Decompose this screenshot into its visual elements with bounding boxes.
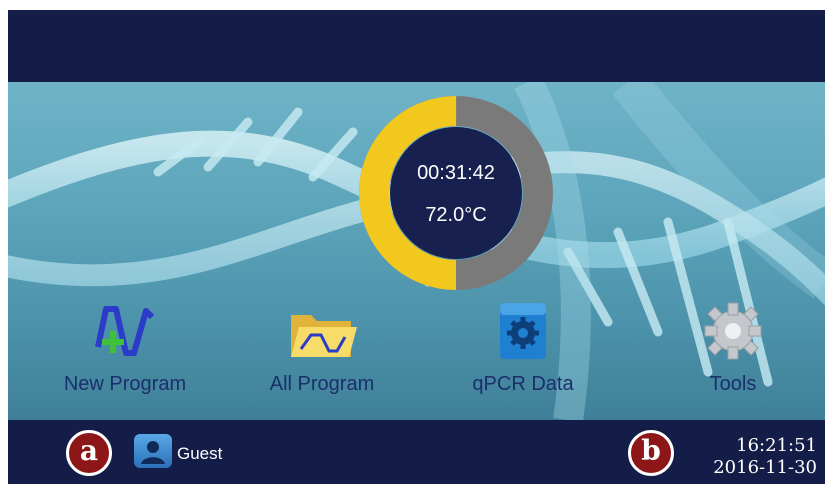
new-program-button[interactable]: New Program (40, 297, 210, 397)
tools-label: Tools (709, 373, 757, 395)
block-temperature: 72.0°C (425, 204, 487, 226)
clock-time: 16:21:51 (736, 435, 817, 456)
user-icon (141, 441, 165, 464)
tools-button[interactable]: Tools (648, 297, 818, 397)
qpcr-data-button[interactable]: qPCR Data (438, 297, 608, 397)
qpcr-data-label: qPCR Data (472, 373, 574, 395)
clock-date: 2016-11-30 (713, 457, 817, 478)
home-panel: 00:31:42 72.0°C New Program All Program (8, 82, 825, 420)
user-avatar[interactable] (134, 434, 172, 468)
callout-marker-b: b (628, 430, 674, 476)
data-gear-icon (500, 303, 546, 359)
new-program-icon (95, 306, 155, 356)
screen-border (0, 0, 8, 484)
device-screen: 00:31:42 72.0°C New Program All Program (8, 10, 825, 484)
progress-ring: 00:31:42 72.0°C (359, 96, 553, 290)
ring-center (390, 127, 522, 259)
user-name[interactable]: Guest (177, 444, 222, 464)
folder-icon (291, 315, 357, 357)
gear-icon (704, 302, 762, 360)
callout-marker-a: a (66, 430, 112, 476)
top-bar (8, 10, 825, 82)
status-bar: a Guest b 16:21:51 2016-11-30 (8, 420, 825, 484)
all-program-button[interactable]: All Program (237, 297, 407, 397)
new-program-label: New Program (63, 373, 187, 395)
run-timer: 00:31:42 (417, 162, 495, 184)
all-program-label: All Program (269, 373, 375, 395)
